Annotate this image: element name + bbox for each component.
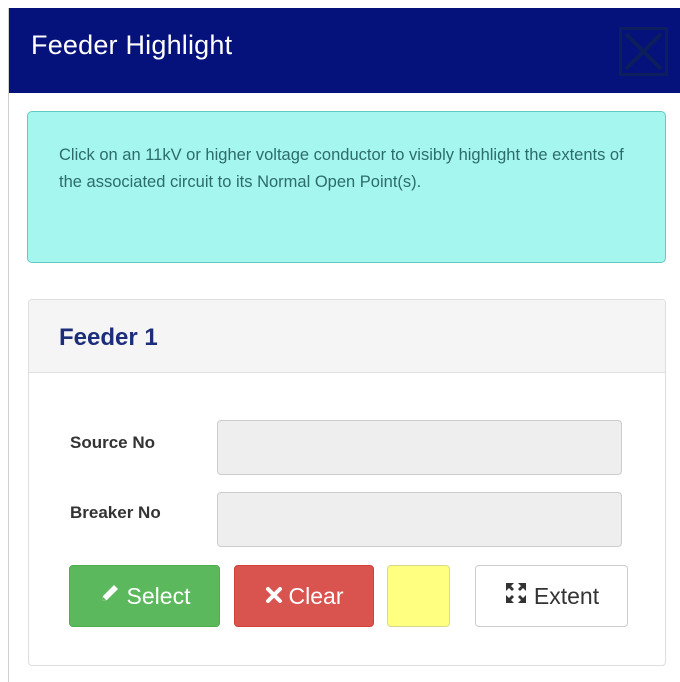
clear-button[interactable]: Clear [234,565,374,627]
feeder-highlight-dialog: Feeder Highlight Click on an 11kV or hig… [8,8,680,682]
extent-button-label: Extent [533,582,600,609]
close-icon [624,32,663,71]
breaker-no-label: Breaker No [70,503,161,522]
expand-icon [504,581,528,611]
source-no-label: Source No [70,433,156,452]
dialog-titlebar: Feeder Highlight [9,8,680,93]
select-button[interactable]: Select [69,565,220,627]
info-message: Click on an 11kV or higher voltage condu… [59,146,624,191]
breaker-no-field[interactable] [217,492,622,547]
dialog-title: Feeder Highlight [31,30,233,60]
feeder-panel-header: Feeder 1 [29,300,665,373]
clear-button-label: Clear [288,582,344,609]
source-no-field[interactable] [217,420,622,475]
extent-button[interactable]: Extent [475,565,628,627]
feeder-panel: Feeder 1 Source No Breaker No Select Cle… [28,299,666,666]
highlight-color-swatch[interactable] [387,565,450,627]
pencil-icon [99,582,121,610]
info-alert: Click on an 11kV or higher voltage condu… [27,111,666,263]
x-icon [265,583,283,610]
feeder-title: Feeder 1 [59,324,158,351]
select-button-label: Select [126,582,191,609]
close-button[interactable] [619,27,668,76]
